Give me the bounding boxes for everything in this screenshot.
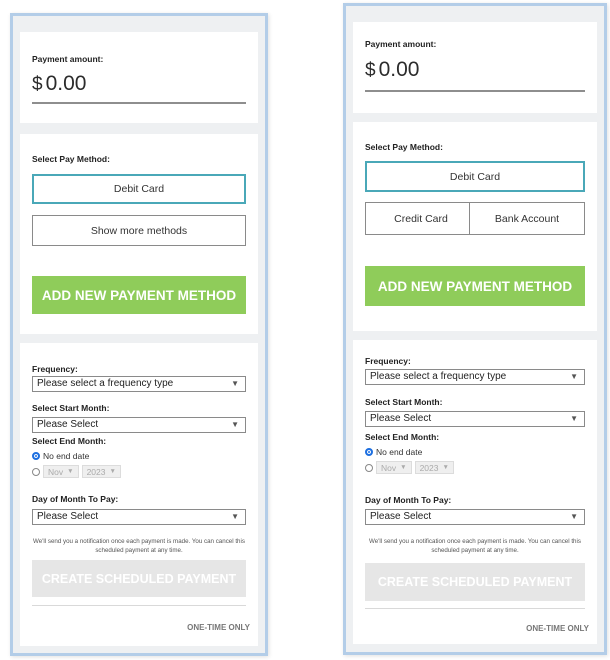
payment-amount-value: 0.00 [378, 58, 420, 81]
notification-notice: We'll send you a notification once each … [33, 538, 245, 554]
no-end-date-option[interactable]: No end date [365, 447, 422, 457]
show-more-methods-button[interactable]: Show more methods [32, 215, 246, 246]
pay-method-card: Select Pay Method: Debit Card Show more … [20, 134, 258, 334]
chevron-down-icon: ▼ [570, 512, 578, 521]
bank-account-label: Bank Account [494, 212, 560, 225]
end-month-select: Nov ▼ [43, 465, 79, 478]
pay-method-card: Select Pay Method: Debit Card Credit Car… [353, 122, 597, 331]
chevron-down-icon: ▼ [570, 372, 578, 381]
pay-method-label: Select Pay Method: [365, 142, 443, 152]
start-month-label: Select Start Month: [32, 403, 110, 413]
debit-card-label: Debit Card [113, 183, 165, 195]
chevron-down-icon: ▼ [109, 468, 116, 475]
payment-amount-card: Payment amount: $0.00 [353, 22, 597, 113]
start-month-value: Please Select [370, 413, 432, 424]
create-scheduled-payment-label: CREATE SCHEDULED PAYMENT [377, 575, 573, 589]
payment-amount-card: Payment amount: $0.00 [20, 32, 258, 123]
amount-underline [32, 102, 246, 104]
add-new-payment-method-button[interactable]: ADD NEW PAYMENT METHOD [32, 276, 246, 314]
payment-panel-collapsed: Payment amount: $0.00 Select Pay Method:… [10, 13, 268, 656]
start-month-value: Please Select [37, 419, 99, 430]
end-month-label: Select End Month: [365, 432, 440, 442]
debit-card-label: Debit Card [449, 170, 501, 183]
add-new-payment-method-button[interactable]: ADD NEW PAYMENT METHOD [365, 266, 585, 306]
end-month-value: Nov [48, 466, 64, 477]
currency-symbol: $ [365, 60, 376, 81]
currency-symbol: $ [32, 74, 43, 95]
frequency-label: Frequency: [32, 364, 78, 374]
frequency-select[interactable]: Please select a frequency type ▼ [365, 369, 585, 385]
payment-amount-label: Payment amount: [32, 54, 104, 64]
end-year-value: 2023 [419, 462, 439, 473]
one-time-only-link[interactable]: ONE-TIME ONLY [187, 623, 250, 632]
chevron-down-icon: ▼ [67, 468, 74, 475]
notification-notice: We'll send you a notification once each … [369, 538, 581, 554]
day-of-month-label: Day of Month To Pay: [32, 494, 119, 504]
one-time-only-link[interactable]: ONE-TIME ONLY [526, 624, 589, 633]
payment-amount-input[interactable]: $0.00 [365, 58, 419, 82]
frequency-select[interactable]: Please select a frequency type ▼ [32, 376, 246, 392]
end-year-value: 2023 [86, 466, 106, 477]
end-month-select: Nov ▼ [376, 461, 412, 474]
no-end-date-label: No end date [376, 447, 423, 457]
create-scheduled-payment-button[interactable]: CREATE SCHEDULED PAYMENT [365, 563, 585, 601]
add-new-payment-method-label: ADD NEW PAYMENT METHOD [41, 287, 237, 303]
credit-card-label: Credit Card [394, 212, 448, 225]
end-year-select: 2023 ▼ [81, 465, 121, 478]
chevron-down-icon: ▼ [570, 414, 578, 423]
chevron-down-icon: ▼ [400, 464, 407, 471]
divider [365, 608, 585, 609]
radio-unchecked-icon[interactable] [365, 463, 373, 472]
payment-amount-value: 0.00 [45, 72, 87, 95]
no-end-date-option[interactable]: No end date [32, 451, 89, 461]
chevron-down-icon: ▼ [231, 420, 239, 429]
end-year-select: 2023 ▼ [414, 461, 454, 474]
amount-underline [365, 90, 585, 92]
end-date-option[interactable]: Nov ▼ 2023 ▼ [365, 461, 457, 474]
day-of-month-value: Please Select [370, 511, 432, 522]
add-new-payment-method-label: ADD NEW PAYMENT METHOD [377, 278, 573, 294]
start-month-select[interactable]: Please Select ▼ [32, 417, 246, 433]
radio-checked-icon[interactable] [365, 448, 373, 456]
pay-method-label: Select Pay Method: [32, 154, 110, 164]
credit-card-button[interactable]: Credit Card [365, 202, 477, 235]
frequency-value: Please select a frequency type [37, 378, 174, 389]
no-end-date-label: No end date [43, 451, 90, 461]
chevron-down-icon: ▼ [231, 512, 239, 521]
create-scheduled-payment-label: CREATE SCHEDULED PAYMENT [41, 571, 237, 586]
payment-amount-input[interactable]: $0.00 [32, 72, 86, 96]
divider [32, 605, 246, 606]
create-scheduled-payment-button[interactable]: CREATE SCHEDULED PAYMENT [32, 560, 246, 597]
day-of-month-select[interactable]: Please Select ▼ [32, 509, 246, 525]
start-month-label: Select Start Month: [365, 397, 443, 407]
day-of-month-label: Day of Month To Pay: [365, 495, 452, 505]
schedule-card: Frequency: Please select a frequency typ… [20, 343, 258, 646]
end-month-value: Nov [381, 462, 397, 473]
payment-amount-label: Payment amount: [365, 39, 437, 49]
bank-account-button[interactable]: Bank Account [469, 202, 585, 235]
chevron-down-icon: ▼ [442, 464, 449, 471]
schedule-card: Frequency: Please select a frequency typ… [353, 340, 597, 644]
end-month-label: Select End Month: [32, 436, 107, 446]
day-of-month-value: Please Select [37, 511, 99, 522]
debit-card-button[interactable]: Debit Card [365, 161, 585, 192]
chevron-down-icon: ▼ [231, 379, 239, 388]
start-month-select[interactable]: Please Select ▼ [365, 411, 585, 427]
debit-card-button[interactable]: Debit Card [32, 174, 246, 204]
radio-checked-icon[interactable] [32, 452, 40, 460]
frequency-label: Frequency: [365, 356, 411, 366]
payment-panel-expanded: Payment amount: $0.00 Select Pay Method:… [343, 3, 607, 655]
end-date-option[interactable]: Nov ▼ 2023 ▼ [32, 465, 124, 478]
frequency-value: Please select a frequency type [370, 371, 507, 382]
day-of-month-select[interactable]: Please Select ▼ [365, 509, 585, 525]
radio-unchecked-icon[interactable] [32, 467, 40, 476]
show-more-methods-label: Show more methods [90, 224, 188, 237]
